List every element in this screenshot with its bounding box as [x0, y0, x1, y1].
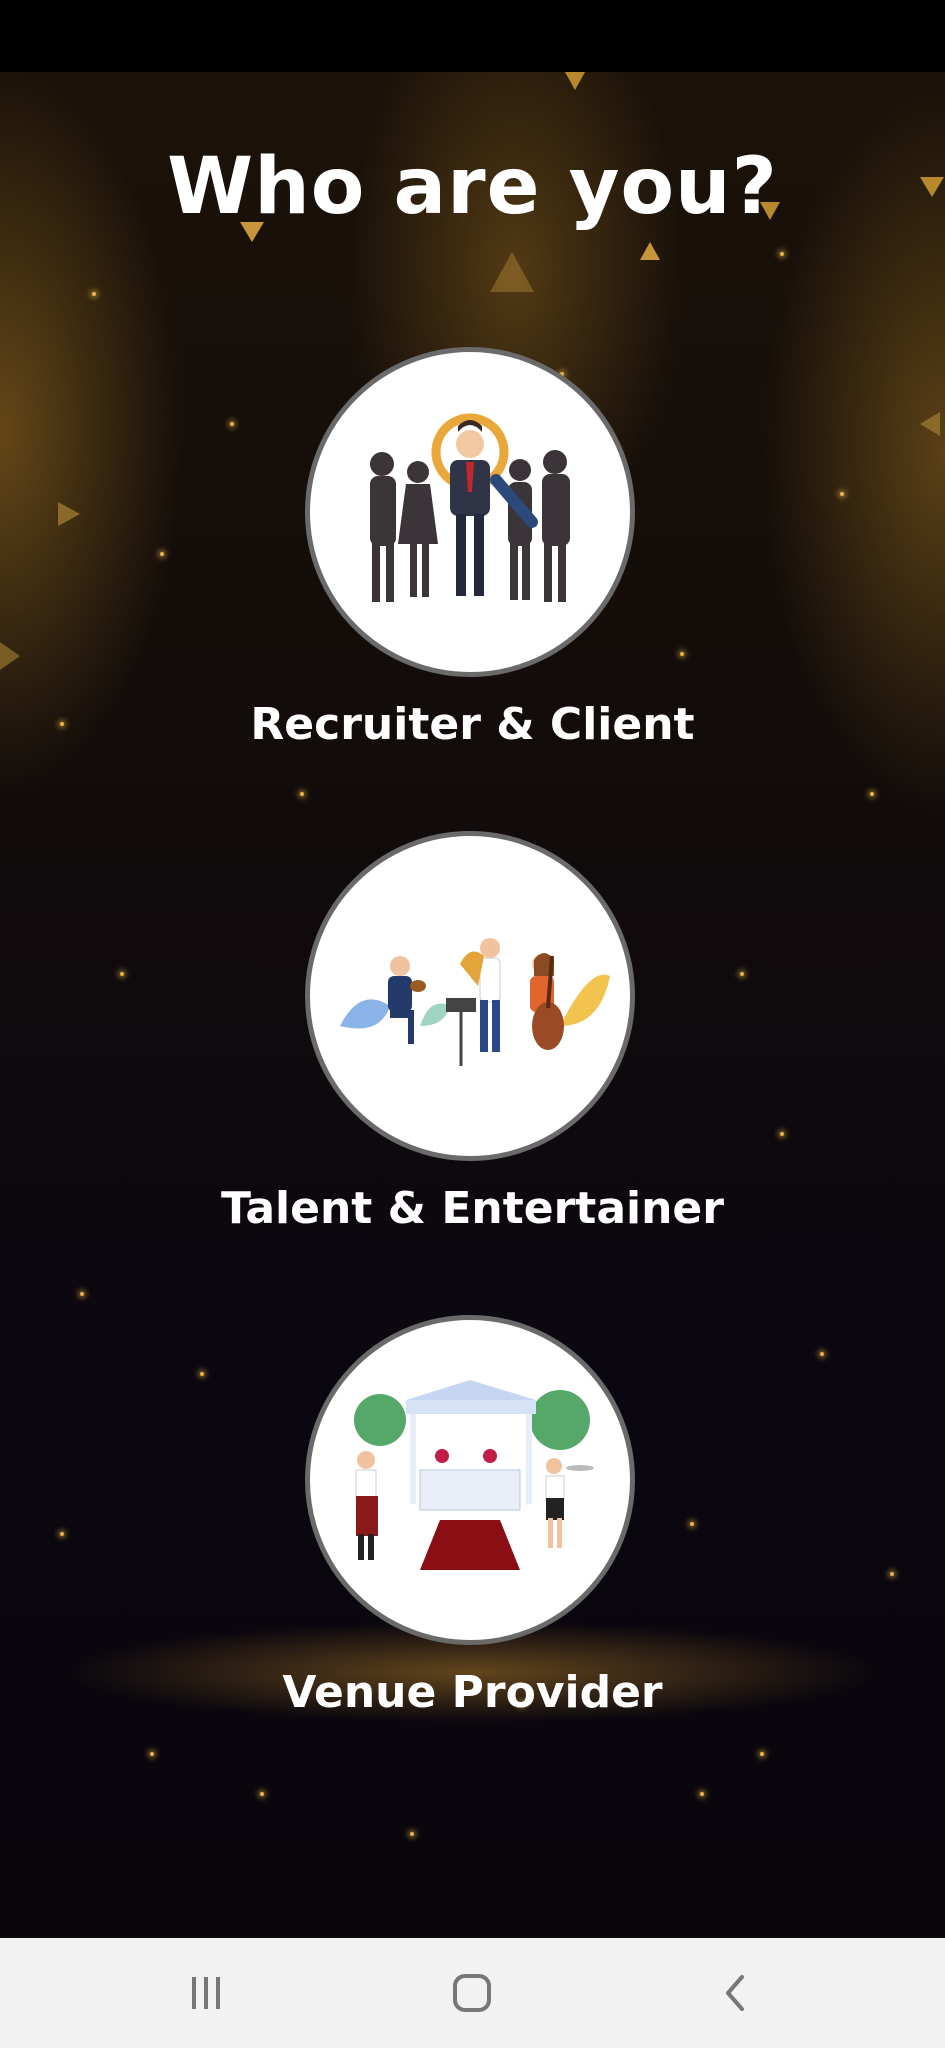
recents-icon: [192, 1977, 220, 2009]
recruiter-magnifier-illustration: [370, 413, 570, 602]
home-icon: [453, 1974, 491, 2012]
page-title: Who are you?: [167, 142, 778, 232]
system-navigation-bar: [0, 1938, 945, 2048]
role-selection-screen: Who are you? Recruiter & Client Talent &…: [0, 72, 945, 1938]
recents-button[interactable]: [146, 1958, 266, 2028]
role-label-venue-provider[interactable]: Venue Provider: [0, 1667, 945, 1718]
role-label-talent-entertainer[interactable]: Talent & Entertainer: [0, 1183, 945, 1234]
role-option-venue-provider[interactable]: Venue Provider: [0, 1315, 945, 1745]
role-label-recruiter-client[interactable]: Recruiter & Client: [0, 699, 945, 750]
status-bar: [0, 0, 945, 72]
venue-illustration-circle[interactable]: [305, 1315, 635, 1645]
home-button[interactable]: [412, 1958, 532, 2028]
musicians-band-illustration: [340, 938, 610, 1066]
back-button[interactable]: [676, 1958, 796, 2028]
role-option-recruiter-client[interactable]: Recruiter & Client: [0, 347, 945, 777]
role-option-talent-entertainer[interactable]: Talent & Entertainer: [0, 831, 945, 1261]
recruiter-illustration-circle[interactable]: [305, 347, 635, 677]
talent-illustration-circle[interactable]: [305, 831, 635, 1161]
back-icon: [726, 1975, 744, 2011]
venue-tent-waiters-illustration: [354, 1380, 594, 1570]
